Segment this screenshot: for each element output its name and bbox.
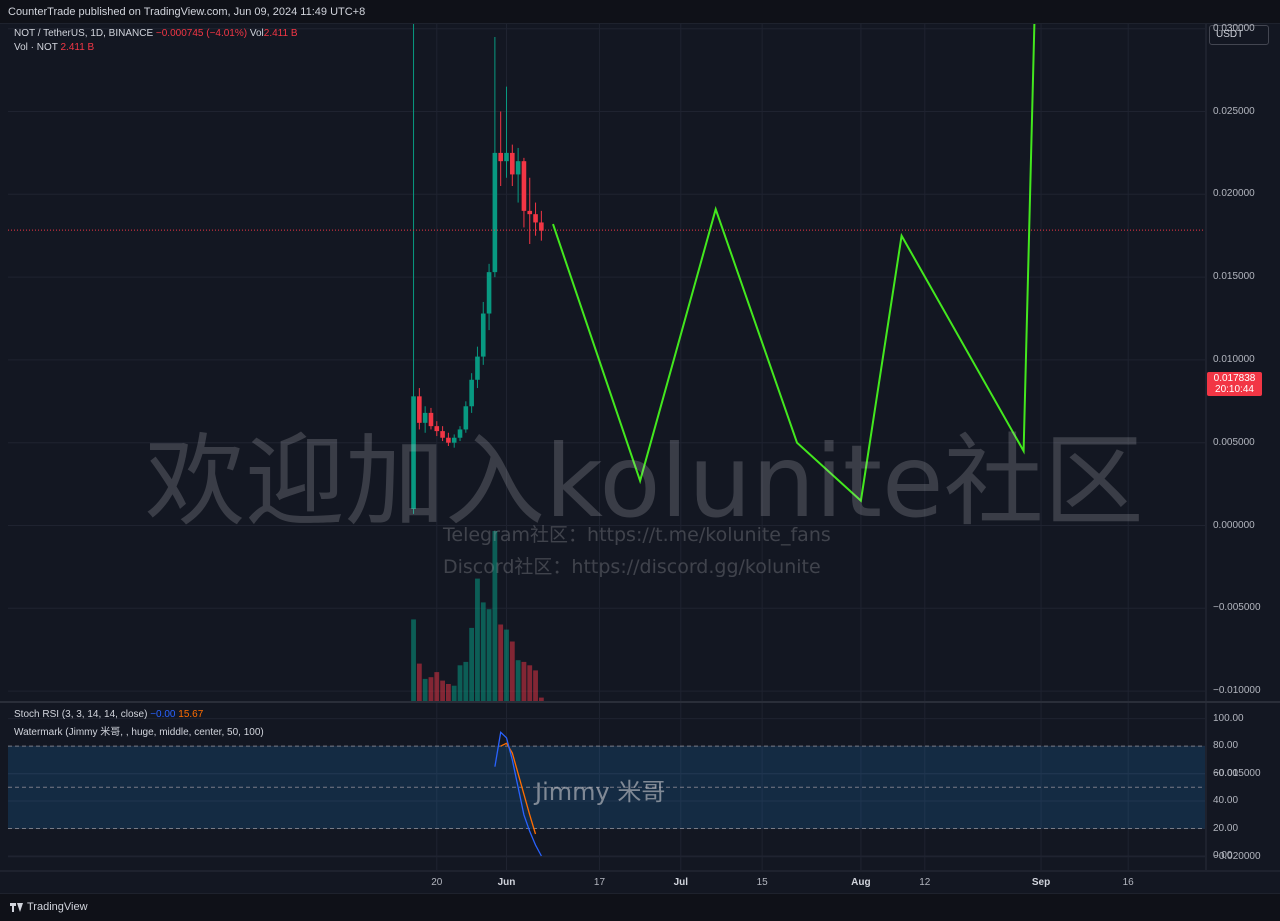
time-tick-label: 12 [919,877,931,888]
time-tick-label: Jul [673,877,689,888]
price-tick-label: 0.020000 [1213,188,1255,200]
volume-bar [498,624,504,701]
last-price-value: 0.017838 [1213,373,1256,384]
footer-bar: TradingView [0,893,1280,921]
volume-bar [509,641,515,701]
volume-bar [521,661,527,701]
volume-bar [457,665,463,701]
osc-tick-label: 60.00 [1213,767,1239,779]
volume-bar [434,672,440,701]
volume-bar [422,678,428,701]
time-tick-label: Aug [851,877,871,888]
volume-bar [527,665,533,701]
volume-bar [486,609,492,701]
publisher-bar: CounterTrade published on TradingView.co… [0,0,1280,24]
last-price-tag: 0.017838 20:10:44 [1207,372,1262,396]
price-tick-label: −0.010000 [1213,685,1261,697]
osc-tick-label: 80.00 [1213,740,1239,752]
volume-bar [411,619,416,701]
volume-bar [469,627,475,701]
candle-body [480,313,486,357]
candle-body [475,356,480,380]
volume-bar [480,602,486,701]
vol-series-label: Vol · NOT [14,42,58,53]
tradingview-brand[interactable]: TradingView [10,901,88,913]
symbol-legend[interactable]: NOT / TetherUS, 1D, BINANCE −0.000745 (−… [14,28,298,39]
publisher-text: CounterTrade published on TradingView.co… [8,6,366,18]
candle-body [521,161,527,211]
stoch-d-value: 15.67 [178,709,204,720]
price-change: −0.000745 (−4.01%) [155,28,248,39]
tradingview-logo-icon [10,902,23,912]
time-tick-label: 17 [593,877,606,888]
osc-tick-label: 40.00 [1213,795,1239,807]
candle-body [510,152,515,175]
vol-series-value: 2.411 B [60,42,95,53]
time-tick-label: 16 [1122,877,1134,888]
price-tick-label: 0.010000 [1213,353,1255,365]
osc-tick-label: 0.00 [1213,850,1233,861]
volume-bar [533,670,538,701]
footer-brand-text: TradingView [27,901,88,913]
candle-body [498,152,503,162]
last-price-countdown: 20:10:44 [1215,384,1254,395]
price-tick-label: 0.025000 [1213,105,1255,117]
candle-body [504,152,509,162]
volume-bar [428,677,434,701]
stoch-k-value: −0.00 [150,709,176,720]
watermark-telegram: Telegram社区：https://t.me/kolunite_fans [443,524,831,546]
stoch-legend[interactable]: Stoch RSI (3, 3, 14, 14, close) −0.00 15… [14,709,203,720]
price-tick-label: 0.015000 [1213,271,1255,283]
volume-legend[interactable]: Vol · NOT 2.411 B [14,42,94,53]
candle-body [515,161,521,175]
vol-label: Vol [249,28,264,39]
volume-bar [451,685,457,701]
volume-bar [504,629,509,701]
volume-bar [515,660,521,701]
symbol-title: NOT / TetherUS, 1D, BINANCE [14,28,154,39]
time-tick-label: 20 [431,877,443,888]
candle-body [539,222,544,231]
price-tick-label: 0.005000 [1213,436,1255,448]
time-tick-label: 15 [756,877,768,888]
candle-body [492,152,498,273]
time-tick-label: Jun [497,877,516,888]
watermark-legend[interactable]: Watermark (Jimmy 米哥, , huge, middle, cen… [14,723,264,738]
stoch-label: Stoch RSI (3, 3, 14, 14, close) [14,709,148,720]
watermark-jimmy: Jimmy 米哥 [535,778,666,806]
vol-value: 2.411 B [263,28,298,39]
price-tick-label: −0.005000 [1213,602,1261,614]
osc-tick-label: 100.00 [1213,712,1244,724]
time-tick-label: Sep [1031,877,1051,888]
osc-tick-label: 20.00 [1213,822,1239,834]
volume-bar [440,680,445,701]
volume-bar [446,684,451,701]
price-tick-label: 0.030000 [1213,22,1255,34]
volume-bar [538,697,544,701]
watermark-label: Watermark (Jimmy 米哥, , huge, middle, cen… [14,727,264,738]
price-tick-label: 0.000000 [1213,519,1255,531]
volume-bar [416,663,422,701]
candle-body [486,272,492,314]
candle-body [533,214,538,223]
watermark-discord: Discord社区：https://discord.gg/kolunite [443,556,821,578]
volume-bar [463,661,469,701]
volume-bar [475,578,480,701]
candle-body [527,210,533,215]
